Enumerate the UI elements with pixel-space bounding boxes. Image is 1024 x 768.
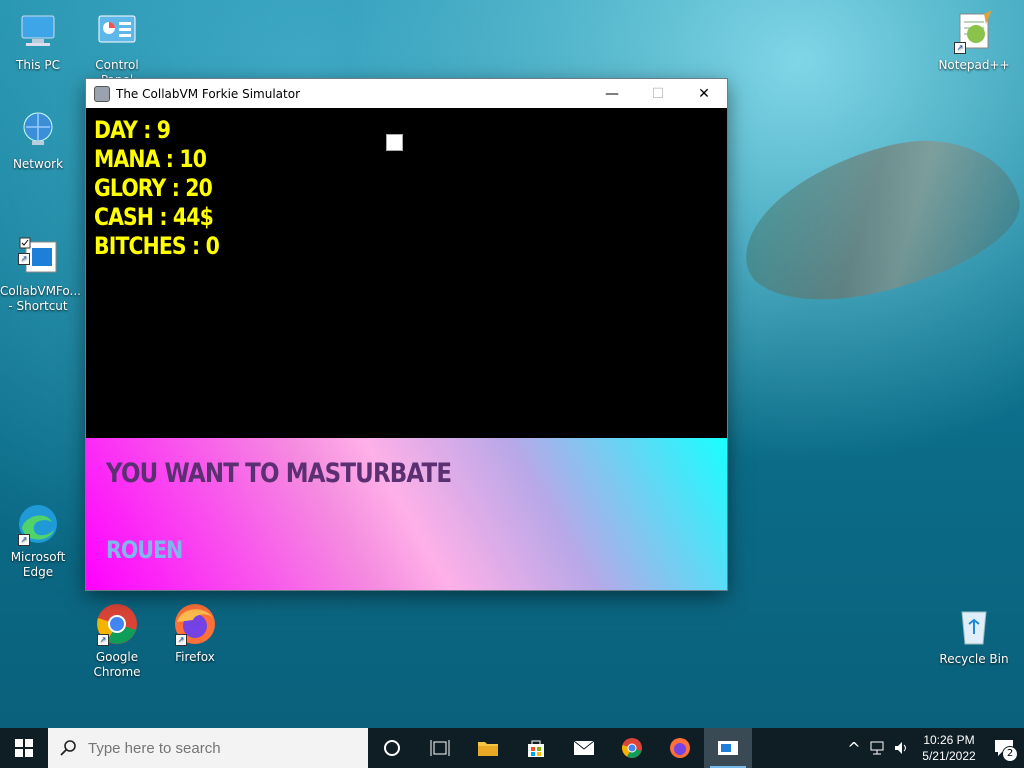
task-view-icon: [430, 740, 450, 756]
desktop-icon-edge[interactable]: ↗ Microsoft Edge: [0, 502, 76, 580]
shortcut-arrow-icon: ↗: [97, 634, 109, 646]
search-icon: [60, 740, 76, 756]
desktop-icon-label: Firefox: [175, 650, 215, 664]
mail-button[interactable]: [560, 728, 608, 768]
desktop-icon-network[interactable]: Network: [0, 109, 76, 172]
close-button[interactable]: ✕: [681, 79, 727, 108]
taskbar-search-box[interactable]: [48, 728, 368, 768]
firefox-icon: [670, 738, 690, 758]
maximize-button[interactable]: ☐: [635, 79, 681, 108]
window-titlebar[interactable]: The CollabVM Forkie Simulator — ☐ ✕: [86, 79, 727, 108]
notepadpp-icon: ↗: [952, 10, 996, 54]
desktop-icon-notepadpp[interactable]: ↗ Notepad++: [936, 10, 1012, 73]
desktop-icon-label: Notepad++: [938, 58, 1010, 72]
collabvm-taskbar-button[interactable]: [704, 728, 752, 768]
edge-icon: ↗: [16, 502, 60, 546]
desktop-icon-firefox[interactable]: ↗ Firefox: [157, 602, 233, 665]
windows-logo-icon: [15, 739, 33, 757]
shortcut-arrow-icon: ↗: [18, 534, 30, 546]
recycle-bin-icon: [952, 604, 996, 648]
chrome-icon: ↗: [95, 602, 139, 646]
collabvm-shortcut-icon: ↗: [16, 221, 60, 273]
app-window-icon: [718, 741, 738, 755]
answer-option-button[interactable]: ROUEN: [106, 536, 183, 564]
firefox-icon: ↗: [173, 602, 217, 646]
cortana-circle-icon: [384, 740, 400, 756]
desktop-icon-label: Microsoft Edge: [10, 550, 66, 579]
stat-cash: CASH : 44$: [94, 203, 214, 231]
stat-glory: GLORY : 20: [94, 174, 213, 202]
system-tray: ^ 10:26 PM 5/21/2022 2: [842, 728, 1024, 768]
dialog-panel: YOU WANT TO MASTURBATE ROUEN: [86, 438, 727, 590]
broken-image-icon: [386, 134, 403, 151]
stat-bitches: BITCHES : 0: [94, 232, 220, 260]
store-button[interactable]: [512, 728, 560, 768]
shortcut-arrow-icon: ↗: [18, 253, 30, 265]
notification-center-button[interactable]: 2: [984, 728, 1024, 768]
desktop-icon-this-pc[interactable]: This PC: [0, 10, 76, 73]
chrome-icon: [622, 738, 642, 758]
desktop-icon-label: This PC: [16, 58, 60, 72]
show-hidden-icons-chevron-icon[interactable]: ^: [842, 728, 866, 768]
window-title: The CollabVM Forkie Simulator: [116, 86, 301, 101]
desktop-icon-chrome[interactable]: ↗ Google Chrome: [79, 602, 155, 680]
taskbar: ^ 10:26 PM 5/21/2022 2: [0, 728, 1024, 768]
volume-icon[interactable]: [890, 728, 914, 768]
network-tray-icon[interactable]: [866, 728, 890, 768]
mail-icon: [573, 740, 595, 755]
desktop-icon-label: Google Chrome: [93, 650, 141, 679]
control-panel-icon: [95, 10, 139, 54]
firefox-taskbar-button[interactable]: [656, 728, 704, 768]
search-input[interactable]: [86, 738, 360, 758]
desktop-icon-label: Network: [12, 157, 64, 171]
stat-day: DAY : 9: [94, 116, 171, 144]
app-window: The CollabVM Forkie Simulator — ☐ ✕ DAY …: [86, 79, 727, 590]
desktop-icon-collabvm-shortcut[interactable]: ↗ CollabVMFo... - Shortcut: [0, 206, 81, 329]
clock-date: 5/21/2022: [922, 749, 976, 763]
stat-mana: MANA : 10: [94, 145, 207, 173]
store-bag-icon: [528, 740, 544, 757]
desktop-icon-label: Recycle Bin: [939, 652, 1009, 666]
clock[interactable]: 10:26 PM 5/21/2022: [914, 732, 984, 764]
minimize-button[interactable]: —: [589, 79, 635, 108]
notification-count-badge: 2: [1002, 746, 1018, 762]
wallpaper-mermaid-tail: [727, 118, 1024, 322]
file-explorer-button[interactable]: [464, 728, 512, 768]
folder-icon: [478, 742, 498, 756]
shortcut-arrow-icon: ↗: [954, 42, 966, 54]
start-button[interactable]: [0, 728, 48, 768]
desktop-icon-recycle-bin[interactable]: Recycle Bin: [936, 604, 1012, 667]
network-icon: [16, 109, 60, 153]
this-pc-icon: [16, 10, 60, 54]
desktop-icon-label: CollabVMFo... - Shortcut: [0, 284, 81, 313]
task-view-button[interactable]: [416, 728, 464, 768]
stats-panel: DAY : 9 MANA : 10 GLORY : 20 CASH : 44$ …: [94, 116, 241, 261]
chrome-taskbar-button[interactable]: [608, 728, 656, 768]
shortcut-arrow-icon: ↗: [175, 634, 187, 646]
desktop-icon-control-panel[interactable]: Control Panel: [79, 10, 155, 88]
app-icon: [94, 85, 110, 102]
game-area: DAY : 9 MANA : 10 GLORY : 20 CASH : 44$ …: [86, 108, 727, 438]
question-text: YOU WANT TO MASTURBATE: [106, 458, 452, 489]
clock-time: 10:26 PM: [923, 733, 975, 747]
cortana-button[interactable]: [368, 728, 416, 768]
